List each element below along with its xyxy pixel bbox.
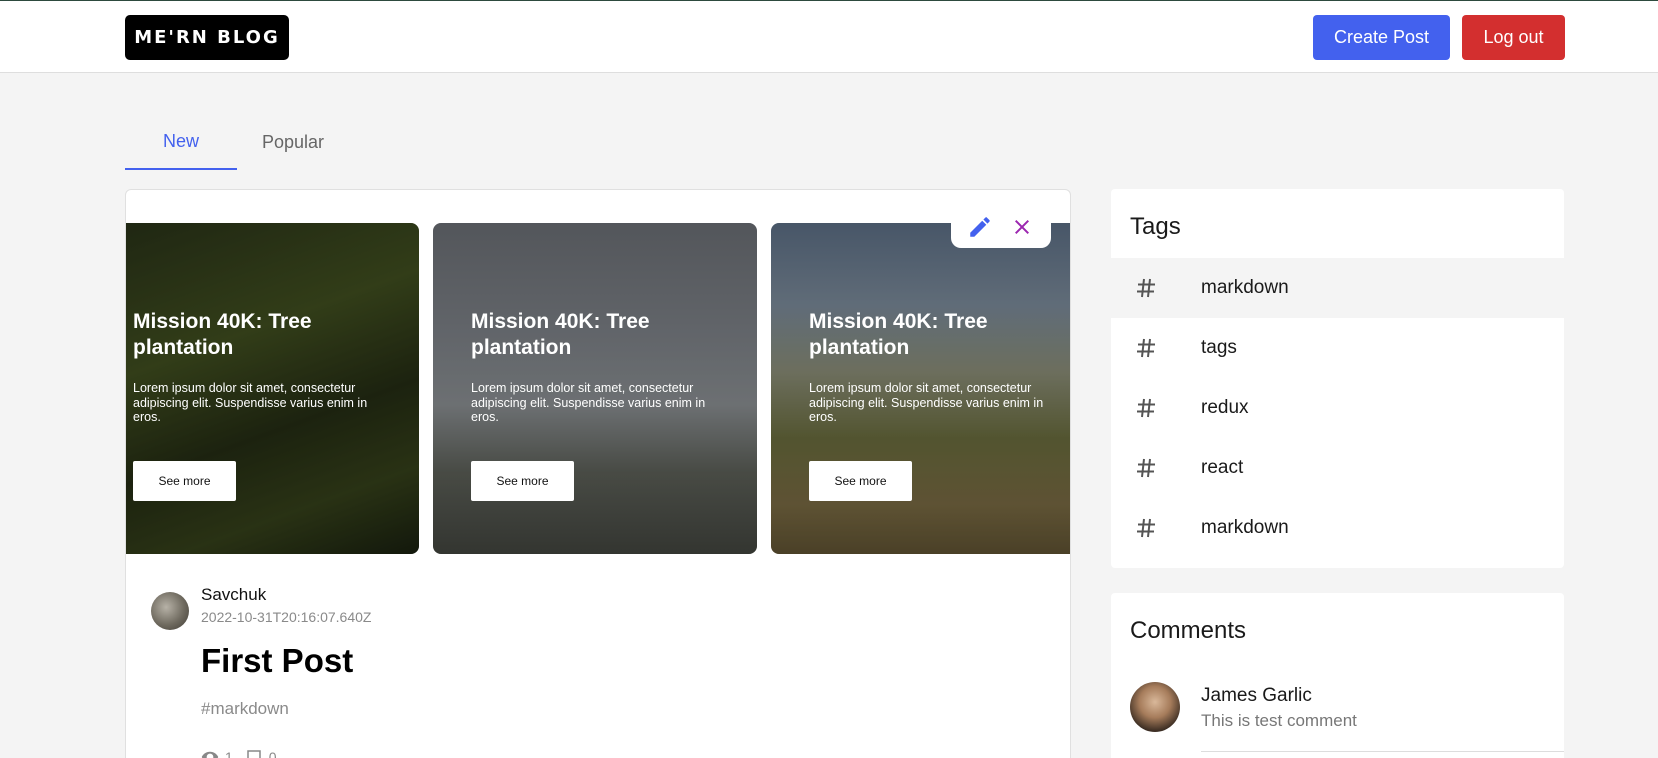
top-nav: ME'RN BLOG Create Post Log out bbox=[0, 0, 1658, 73]
avatar bbox=[1130, 682, 1180, 732]
hashtag-icon bbox=[1137, 278, 1155, 298]
tag-label: tags bbox=[1201, 337, 1237, 358]
hashtag-icon bbox=[1137, 398, 1155, 418]
comment-author: James Garlic bbox=[1201, 685, 1312, 706]
hashtag-icon bbox=[1137, 518, 1155, 538]
eye-icon bbox=[201, 751, 219, 758]
see-more-button[interactable]: See more bbox=[471, 461, 574, 501]
tag-item[interactable]: markdown bbox=[1111, 258, 1564, 318]
tag-label: redux bbox=[1201, 397, 1249, 418]
tag-label: markdown bbox=[1201, 277, 1289, 298]
tag-item[interactable]: redux bbox=[1111, 378, 1564, 438]
comments-count: 0 bbox=[268, 749, 277, 758]
slide-text: Lorem ipsum dolor sit amet, consectetur … bbox=[471, 381, 706, 424]
logo[interactable]: ME'RN BLOG bbox=[125, 15, 289, 60]
slide-title: Mission 40K: Tree plantation bbox=[471, 310, 650, 359]
create-post-button[interactable]: Create Post bbox=[1313, 15, 1450, 60]
tab-new[interactable]: New bbox=[125, 115, 237, 170]
slide-title: Mission 40K: Tree plantation bbox=[809, 310, 988, 359]
views-count: 1 bbox=[225, 749, 233, 758]
author-name[interactable]: Savchuk bbox=[201, 585, 266, 605]
hashtag-icon bbox=[1137, 458, 1155, 478]
tag-item[interactable]: markdown bbox=[1111, 498, 1564, 558]
hashtag-icon bbox=[1137, 338, 1155, 358]
edit-icon[interactable] bbox=[964, 211, 996, 243]
post-card[interactable]: Mission 40K: Tree plantation Lorem ipsum… bbox=[125, 189, 1071, 758]
slide-text: Lorem ipsum dolor sit amet, consectetur … bbox=[133, 381, 368, 424]
views-stat: 1 bbox=[201, 748, 233, 758]
post-stats: 1 0 bbox=[201, 748, 277, 758]
divider bbox=[1201, 751, 1564, 752]
carousel-slide: Mission 40K: Tree plantation Lorem ipsum… bbox=[126, 223, 419, 554]
image-carousel[interactable]: Mission 40K: Tree plantation Lorem ipsum… bbox=[126, 223, 1070, 554]
comments-panel: Comments James Garlic This is test comme… bbox=[1111, 593, 1564, 758]
see-more-button[interactable]: See more bbox=[809, 461, 912, 501]
logout-button[interactable]: Log out bbox=[1462, 15, 1565, 60]
comments-title: Comments bbox=[1130, 617, 1247, 644]
comments-stat: 0 bbox=[245, 748, 277, 758]
avatar bbox=[151, 592, 189, 630]
carousel-slide: Mission 40K: Tree plantation Lorem ipsum… bbox=[771, 223, 1070, 554]
tag-label: markdown bbox=[1201, 517, 1289, 538]
post-title[interactable]: First Post bbox=[201, 642, 353, 680]
post-tag[interactable]: #markdown bbox=[201, 699, 289, 719]
tags-title: Tags bbox=[1130, 213, 1181, 240]
post-date: 2022-10-31T20:16:07.640Z bbox=[201, 609, 372, 625]
delete-icon[interactable] bbox=[1006, 211, 1038, 243]
comment-icon bbox=[247, 750, 261, 758]
slide-text: Lorem ipsum dolor sit amet, consectetur … bbox=[809, 381, 1044, 424]
tags-panel: Tags markdown tags redux react markdown bbox=[1111, 189, 1564, 568]
tab-popular[interactable]: Popular bbox=[237, 115, 349, 170]
tag-item[interactable]: react bbox=[1111, 438, 1564, 498]
comment-text: This is test comment bbox=[1201, 711, 1357, 730]
see-more-button[interactable]: See more bbox=[133, 461, 236, 501]
slide-title: Mission 40K: Tree plantation bbox=[133, 310, 312, 359]
tag-item[interactable]: tags bbox=[1111, 318, 1564, 378]
post-edit-controls bbox=[951, 206, 1051, 248]
tag-label: react bbox=[1201, 457, 1244, 478]
carousel-slide: Mission 40K: Tree plantation Lorem ipsum… bbox=[433, 223, 757, 554]
